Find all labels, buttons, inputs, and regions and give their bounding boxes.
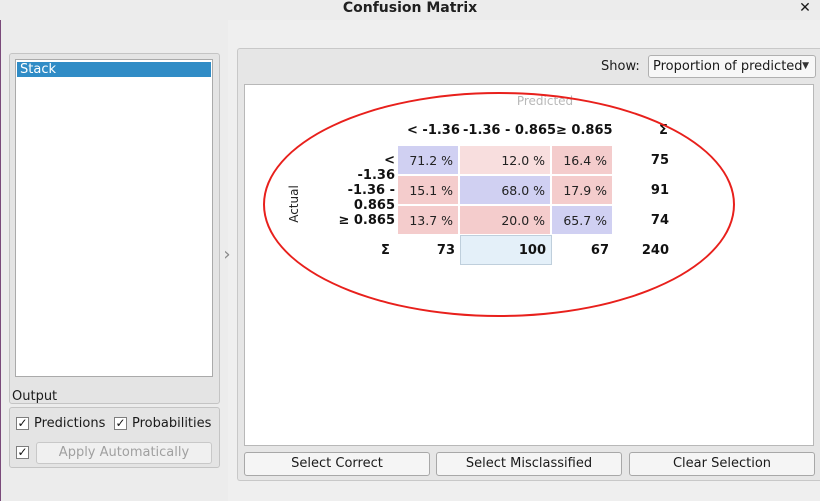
learners-list[interactable]: Stack (15, 59, 213, 377)
probabilities-label: Probabilities (132, 416, 212, 431)
row-header: -1.36 - 0.865 (347, 183, 395, 213)
col-total: 100 (518, 243, 546, 258)
clear-selection-button[interactable]: Clear Selection (629, 452, 815, 476)
window-title: Confusion Matrix (342, 0, 478, 16)
matrix-cell[interactable]: 13.7 % (397, 205, 459, 235)
matrix-cell[interactable]: 65.7 % (551, 205, 613, 235)
probabilities-checkbox[interactable]: ✓ (114, 417, 127, 430)
chevron-right-icon[interactable]: › (220, 245, 234, 265)
grand-total: 240 (641, 243, 669, 258)
learners-box: Stack (9, 53, 220, 404)
show-dropdown[interactable]: Proportion of predicted ▼ (648, 55, 816, 78)
row-header: < -1.36 (357, 153, 395, 183)
output-box: ✓ Predictions ✓ Probabilities ✓ Apply Au… (9, 407, 220, 468)
predictions-checkbox[interactable]: ✓ (16, 417, 29, 430)
row-total: 91 (650, 183, 669, 198)
col-total-selected[interactable]: 100 (460, 235, 552, 265)
col-header: < -1.36 (407, 123, 460, 138)
matrix-cell[interactable]: 71.2 % (397, 145, 459, 175)
matrix-cell[interactable]: 68.0 % (459, 175, 551, 205)
sum-header: Σ (659, 123, 668, 138)
matrix-cell[interactable]: 20.0 % (459, 205, 551, 235)
predicted-axis-label: Predicted (516, 94, 574, 108)
col-header: ≥ 0.865 (556, 123, 613, 138)
title-bar: Confusion Matrix ✕ (0, 0, 820, 20)
sum-row-header: Σ (381, 243, 390, 258)
matrix-cell[interactable]: 16.4 % (551, 145, 613, 175)
select-correct-button[interactable]: Select Correct (244, 452, 430, 476)
matrix-cell[interactable]: 15.1 % (397, 175, 459, 205)
select-misclassified-button[interactable]: Select Misclassified (436, 452, 622, 476)
chevron-down-icon: ▼ (802, 61, 809, 71)
confusion-matrix: Predicted Actual < -1.36 -1.36 - 0.865 ≥… (244, 84, 814, 446)
actual-axis-label: Actual (287, 185, 301, 223)
matrix-cell[interactable]: 12.0 % (459, 145, 551, 175)
learner-item-stack[interactable]: Stack (17, 62, 211, 77)
predictions-label: Predictions (34, 416, 106, 431)
show-label: Show: (601, 59, 640, 74)
col-total: 73 (436, 243, 455, 258)
close-icon[interactable]: ✕ (798, 0, 812, 16)
row-header: ≥ 0.865 (338, 213, 395, 228)
left-panel: Stack Output ✓ Predictions ✓ Probabiliti… (0, 20, 228, 501)
main-panel: Show: Proportion of predicted ▼ Predicte… (237, 48, 820, 481)
show-dropdown-value: Proportion of predicted (653, 59, 803, 74)
auto-apply-checkbox[interactable]: ✓ (16, 446, 29, 459)
actual-axis-label-box: Actual (286, 169, 301, 239)
row-total: 74 (650, 213, 669, 228)
apply-button[interactable]: Apply Automatically (36, 442, 212, 464)
col-total: 67 (590, 243, 609, 258)
row-total: 75 (650, 153, 669, 168)
output-title: Output (12, 389, 58, 404)
matrix-cell[interactable]: 17.9 % (551, 175, 613, 205)
col-header: -1.36 - 0.865 (463, 123, 557, 138)
